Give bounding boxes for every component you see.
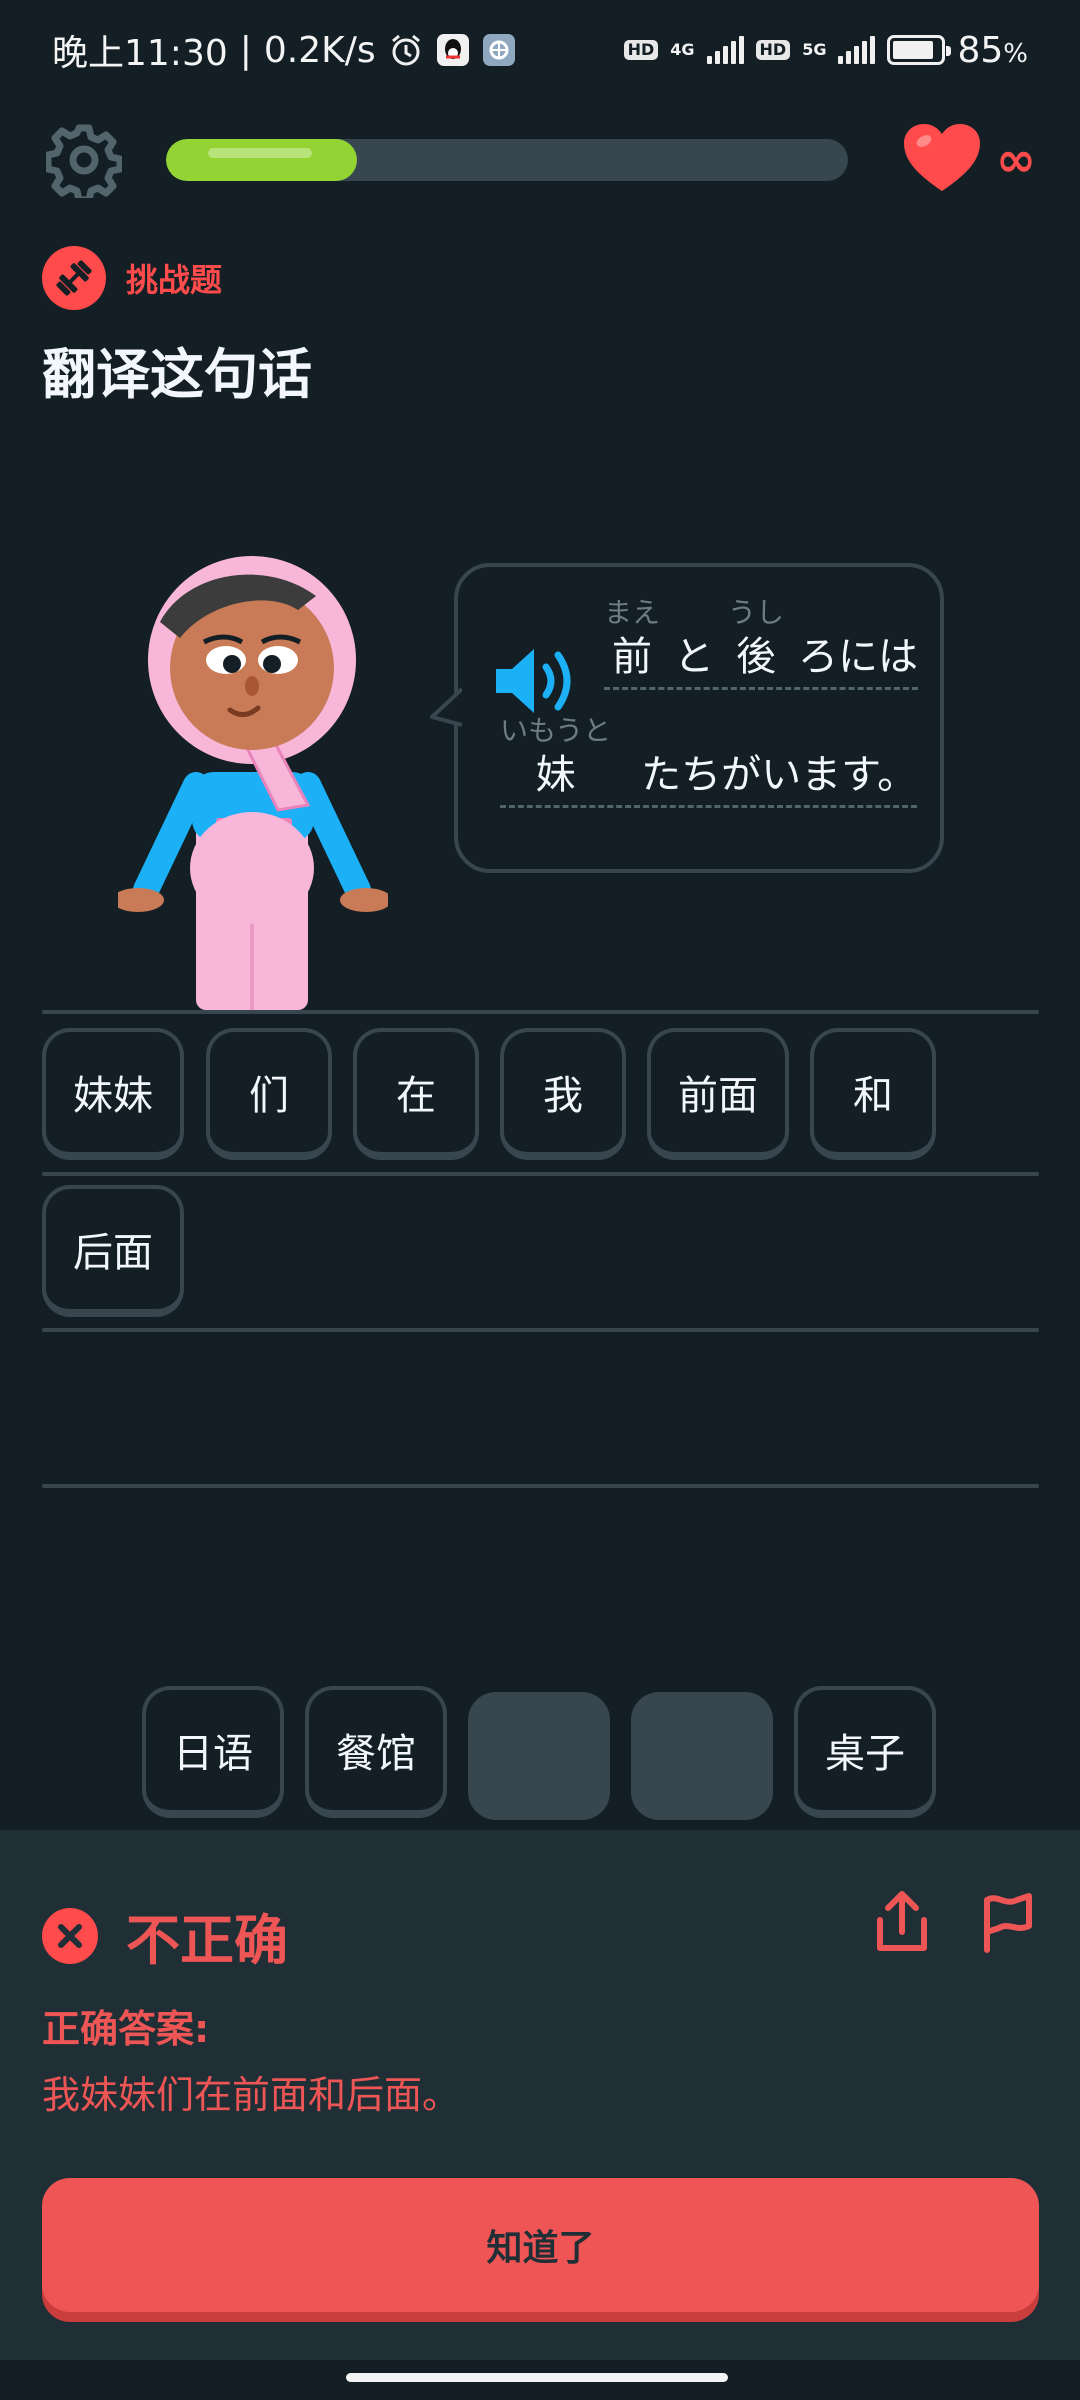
battery-percent: 85% — [957, 30, 1028, 71]
furigana: うし — [728, 596, 785, 629]
word-bank-chip[interactable]: 桌子 — [794, 1686, 936, 1818]
feedback-header: 不正确 — [42, 1896, 288, 1975]
word-bank: 日语 餐馆 桌子 — [0, 1686, 1080, 1826]
furigana: いもうと — [500, 714, 612, 747]
progress-shine — [208, 148, 312, 158]
lesson-screen: 晚上11:30 | 0.2K/s HD 4G HD 5G 85% ∞ 挑战题 翻… — [0, 0, 1080, 2400]
network-4g-label: 4G — [670, 40, 695, 59]
answer-chip[interactable]: 和 — [810, 1028, 936, 1160]
battery-percent-unit: % — [1003, 38, 1028, 69]
close-icon — [42, 1907, 98, 1964]
answer-chip[interactable]: 后面 — [42, 1185, 184, 1317]
status-separator: | — [239, 29, 252, 71]
furigana: まえ — [604, 596, 661, 629]
hearts-counter[interactable]: ∞ — [902, 123, 1036, 197]
lesson-progress-bar — [166, 139, 848, 181]
speech-bubble: まえ前 と うし後 ろには いもうと妹 たちがいます。 — [430, 563, 944, 873]
dumbbell-icon — [42, 246, 106, 310]
answer-chip[interactable]: 我 — [500, 1028, 626, 1160]
prompt-token[interactable]: いもうと妹 — [500, 713, 611, 801]
report-flag-icon[interactable] — [976, 1890, 1040, 1954]
battery-level — [893, 41, 933, 59]
prompt-text: 後 — [736, 634, 777, 680]
gear-icon[interactable] — [44, 120, 124, 200]
battery-percent-value: 85 — [957, 29, 1004, 71]
correct-answer-label: 正确答案: — [42, 2007, 210, 2051]
correct-answer-text: 我妹妹们在前面和后面。 — [42, 2073, 461, 2117]
challenge-tag-label: 挑战题 — [126, 261, 223, 299]
status-net-speed: 0.2K/s — [263, 29, 376, 71]
word-bank-slot-empty — [468, 1692, 610, 1820]
network-5g-label: 5G — [802, 40, 827, 59]
answer-chip[interactable]: 们 — [206, 1028, 332, 1160]
got-it-button[interactable]: 知道了 — [42, 2178, 1039, 2312]
status-right: HD 4G HD 5G 85% — [623, 30, 1028, 71]
share-icon[interactable] — [870, 1890, 934, 1954]
word-bank-slot-empty — [631, 1692, 773, 1820]
word-bank-chip[interactable]: 餐馆 — [305, 1686, 447, 1818]
hd-icon-2: HD — [755, 40, 791, 60]
alarm-icon — [388, 32, 424, 68]
challenge-tag: 挑战题 — [42, 246, 222, 310]
prompt-token[interactable]: たちがいます。 — [641, 713, 917, 801]
heart-icon — [902, 123, 982, 197]
word-bank-chip[interactable]: 日语 — [142, 1686, 284, 1818]
prompt-text: 前 — [612, 634, 652, 680]
answer-line — [42, 1010, 1039, 1014]
vpn-icon — [482, 33, 516, 67]
signal-icon — [706, 36, 744, 64]
prompt-text: ろには — [798, 634, 919, 680]
answer-line — [42, 1328, 1039, 1332]
prompt-text: と — [674, 634, 715, 680]
prompt-token[interactable]: まえ前 — [604, 595, 660, 683]
lesson-progress-fill — [166, 139, 357, 181]
prompt-token[interactable]: うし後 — [728, 595, 784, 683]
exercise-instruction: 翻译这句话 — [42, 343, 312, 406]
prompt-text: 妹 — [535, 752, 576, 798]
status-left: 晚上11:30 | 0.2K/s — [52, 24, 516, 76]
qq-icon — [436, 33, 470, 67]
feedback-panel: 不正确 正确答案: 我妹妹们在前面和后面。 知道了 — [0, 1830, 1080, 2360]
character-illustration — [112, 550, 392, 1010]
prompt-line-2: いもうと妹 たちがいます。 — [500, 713, 918, 808]
answer-chip[interactable]: 在 — [353, 1028, 479, 1160]
prompt-token[interactable]: ろには — [798, 595, 918, 683]
hd-icon: HD — [623, 40, 659, 60]
signal-icon-2 — [838, 36, 876, 64]
answer-chip[interactable]: 前面 — [647, 1028, 789, 1160]
speaker-icon[interactable] — [494, 645, 580, 721]
answer-line — [42, 1484, 1039, 1488]
answer-line — [42, 1172, 1039, 1176]
prompt-text: たちがいます。 — [641, 752, 918, 798]
prompt-line-1: まえ前 と うし後 ろには — [604, 595, 919, 690]
hearts-value: ∞ — [996, 132, 1036, 188]
battery-icon — [887, 35, 952, 65]
feedback-title: 不正确 — [126, 1909, 288, 1972]
status-bar: 晚上11:30 | 0.2K/s HD 4G HD 5G 85% — [0, 0, 1080, 100]
home-indicator[interactable] — [346, 2373, 728, 2382]
lesson-top-bar: ∞ — [44, 120, 1036, 200]
status-time: 晚上11:30 — [52, 33, 228, 74]
bubble-tail — [430, 687, 462, 727]
prompt-token[interactable]: と — [674, 595, 714, 683]
answer-chip[interactable]: 妹妹 — [42, 1028, 184, 1160]
